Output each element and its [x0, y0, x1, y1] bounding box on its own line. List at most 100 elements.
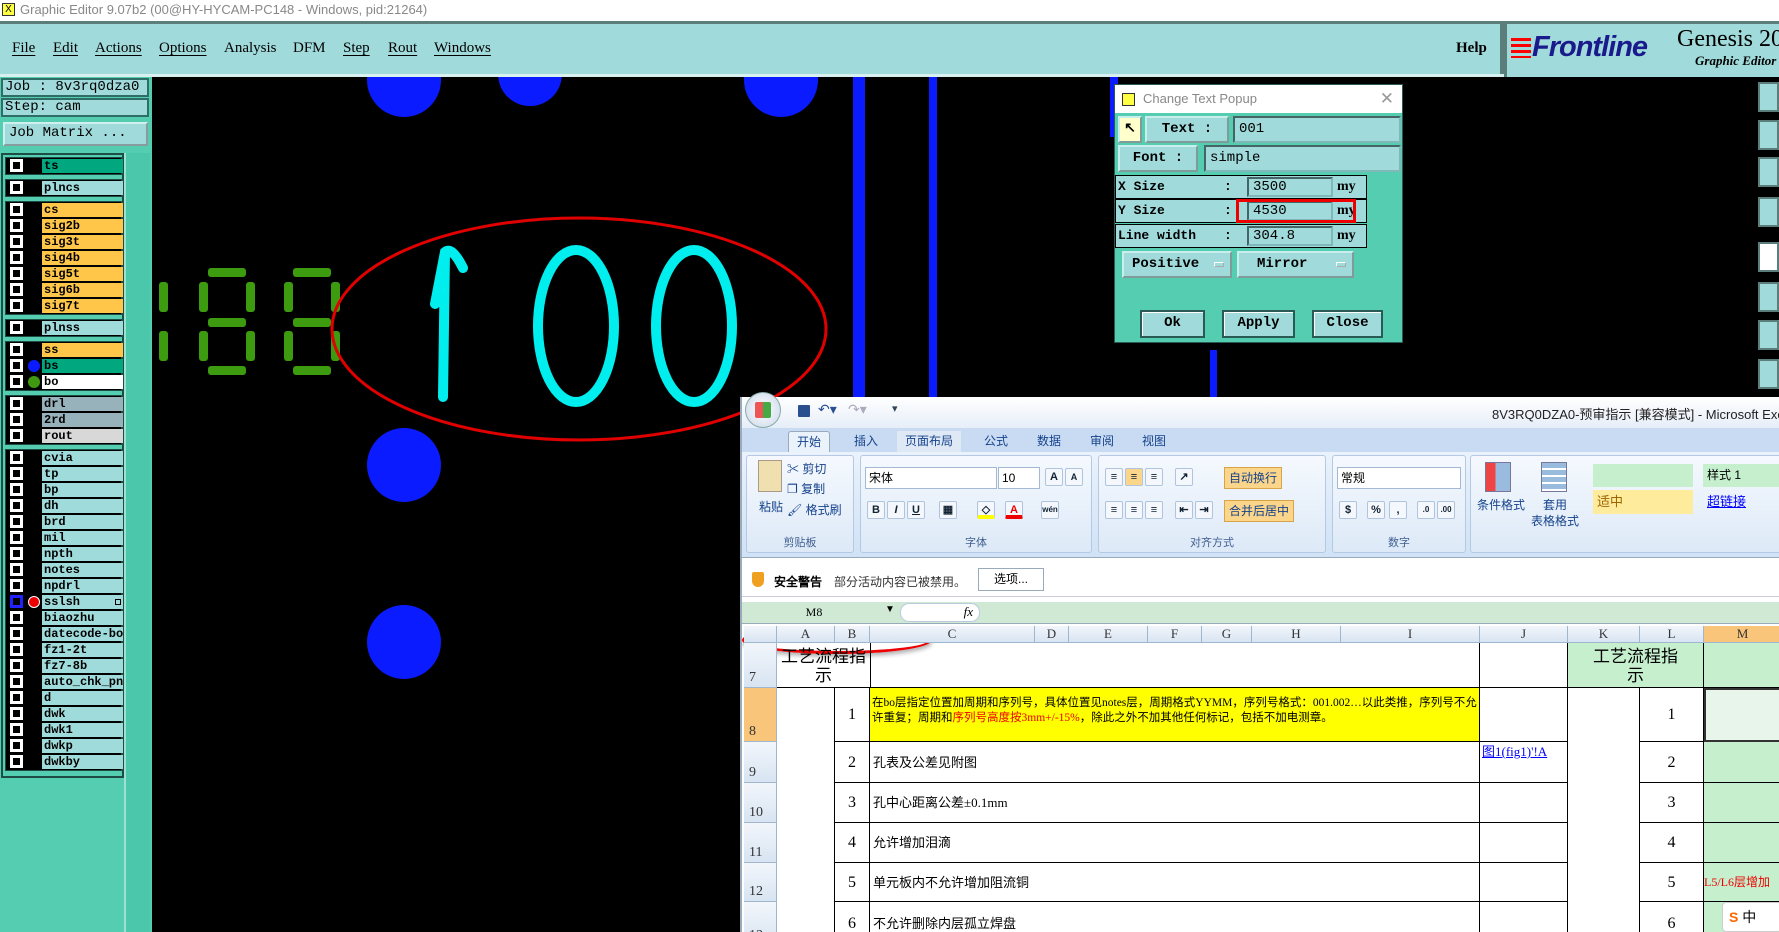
- grow-font-button[interactable]: A: [1045, 468, 1063, 486]
- cell-K13[interactable]: [1568, 902, 1640, 932]
- menu-dfm[interactable]: DFM: [293, 40, 326, 57]
- layer-checkbox[interactable]: [10, 159, 23, 172]
- layer-name[interactable]: plnss: [42, 321, 123, 335]
- redo-icon[interactable]: ↷▾: [848, 401, 867, 418]
- layer-checkbox[interactable]: [10, 321, 23, 334]
- layer-checkbox[interactable]: [10, 707, 23, 720]
- layer-checkbox[interactable]: [10, 515, 23, 528]
- layer-row-biaozhu[interactable]: biaozhu: [6, 610, 123, 626]
- cell-L13[interactable]: 6: [1640, 902, 1704, 932]
- column-header-F[interactable]: F: [1148, 626, 1202, 643]
- accounting-icon[interactable]: $: [1339, 501, 1357, 519]
- row-header-8[interactable]: 8: [744, 688, 777, 742]
- menu-edit[interactable]: Edit: [53, 40, 78, 57]
- decrease-indent-icon[interactable]: ⇤: [1175, 501, 1193, 519]
- toolbar-button-1[interactable]: [1758, 82, 1779, 112]
- tab-insert[interactable]: 插入: [846, 431, 886, 452]
- layer-checkbox[interactable]: [10, 467, 23, 480]
- cell-A9[interactable]: [777, 742, 835, 783]
- column-header-D[interactable]: D: [1035, 626, 1069, 643]
- format-as-table-icon[interactable]: [1541, 462, 1567, 492]
- cell-A11[interactable]: [777, 823, 835, 863]
- cell-B11[interactable]: 4: [835, 823, 870, 863]
- security-options-button[interactable]: 选项...: [978, 568, 1044, 591]
- cut-button[interactable]: ✂ 剪切: [787, 460, 826, 477]
- toolbar-button-7[interactable]: [1758, 320, 1779, 350]
- align-left-icon[interactable]: ≡: [1105, 501, 1123, 519]
- cell-J8[interactable]: [1480, 688, 1568, 742]
- tab-home[interactable]: 开始: [788, 431, 831, 452]
- format-as-table-button[interactable]: 套用: [1543, 496, 1567, 513]
- cell-L11[interactable]: 4: [1640, 823, 1704, 863]
- line-width-input[interactable]: 304.8: [1247, 226, 1333, 246]
- column-header-J[interactable]: J: [1480, 626, 1568, 643]
- layer-name[interactable]: sig2b: [42, 219, 123, 233]
- wrap-text-button[interactable]: 自动换行: [1224, 467, 1283, 489]
- layer-name[interactable]: dwk1: [42, 723, 123, 737]
- layer-name[interactable]: brd: [42, 515, 123, 529]
- cell-J9[interactable]: 图1(fig1)'!A: [1480, 742, 1568, 783]
- layer-row-dwk1[interactable]: dwk1: [6, 722, 123, 738]
- save-icon[interactable]: [798, 405, 810, 417]
- ok-button[interactable]: Ok: [1140, 310, 1205, 338]
- layer-name[interactable]: datecode-bo: [42, 627, 123, 641]
- decrease-decimal-icon[interactable]: .00: [1437, 501, 1455, 519]
- layer-checkbox[interactable]: [10, 739, 23, 752]
- orientation-icon[interactable]: ↗: [1175, 468, 1193, 486]
- layer-row-bo[interactable]: bo: [6, 374, 123, 390]
- comma-button[interactable]: ,: [1389, 501, 1407, 519]
- cell-A12[interactable]: [777, 863, 835, 902]
- layer-name[interactable]: dwkby: [42, 755, 123, 769]
- layer-row-dwk[interactable]: dwk: [6, 706, 123, 722]
- layer-checkbox[interactable]: [10, 563, 23, 576]
- cell-K7-header[interactable]: 工艺流程指示: [1568, 643, 1704, 688]
- polarity-dropdown[interactable]: Positive: [1122, 251, 1232, 278]
- layer-checkbox[interactable]: [10, 413, 23, 426]
- layer-name[interactable]: d: [42, 691, 123, 705]
- tab-page-layout[interactable]: 页面布局: [897, 431, 962, 452]
- layer-checkbox[interactable]: [10, 659, 23, 672]
- layer-name[interactable]: bo: [42, 375, 123, 389]
- increase-indent-icon[interactable]: ⇥: [1195, 501, 1213, 519]
- layer-checkbox[interactable]: [10, 429, 23, 442]
- column-header-K[interactable]: K: [1568, 626, 1640, 643]
- format-painter-button[interactable]: 🖌 格式刷: [787, 501, 842, 518]
- layer-name[interactable]: auto_chk_pnl: [42, 675, 123, 689]
- layer-name[interactable]: fz1-2t: [42, 643, 123, 657]
- layer-list-scrollbar[interactable]: [124, 153, 150, 932]
- cell-J7[interactable]: [1480, 643, 1568, 688]
- cell-B12[interactable]: 5: [835, 863, 870, 902]
- ime-toolbar[interactable]: S 中: [1722, 902, 1779, 932]
- layer-row-plnss[interactable]: plnss: [6, 320, 123, 336]
- cell-L12[interactable]: 5: [1640, 863, 1704, 902]
- cell-M11[interactable]: [1704, 823, 1779, 863]
- font-label-button[interactable]: Font :: [1118, 145, 1198, 172]
- menu-file[interactable]: File: [12, 40, 35, 57]
- cell-K8[interactable]: [1568, 688, 1640, 742]
- layer-row-fz1-2t[interactable]: fz1-2t: [6, 642, 123, 658]
- toolbar-button-8[interactable]: [1758, 359, 1779, 389]
- column-header-A[interactable]: A: [777, 626, 835, 643]
- layer-checkbox[interactable]: [10, 595, 23, 608]
- font-size-select[interactable]: 10: [998, 467, 1040, 489]
- conditional-format-icon[interactable]: [1485, 462, 1511, 492]
- layer-checkbox[interactable]: [10, 397, 23, 410]
- bold-button[interactable]: B: [867, 501, 885, 519]
- layer-checkbox[interactable]: [10, 531, 23, 544]
- cell-C8-instruction[interactable]: 在bo层指定位置加周期和序列号，具体位置见notes层，周期格式YYMM，序列号…: [870, 688, 1480, 742]
- layer-checkbox[interactable]: [10, 235, 23, 248]
- apply-button[interactable]: Apply: [1222, 310, 1295, 338]
- cell-B13[interactable]: 6: [835, 902, 870, 932]
- layer-checkbox[interactable]: [10, 375, 23, 388]
- menu-analysis[interactable]: Analysis: [224, 40, 277, 57]
- x-size-input[interactable]: 3500: [1247, 177, 1333, 197]
- toolbar-button-2[interactable]: [1758, 120, 1779, 150]
- toolbar-button-6[interactable]: [1758, 282, 1779, 312]
- cell-A7-header[interactable]: 工艺流程指示: [777, 643, 870, 688]
- menu-rout[interactable]: Rout: [388, 40, 417, 57]
- column-header-C[interactable]: C: [870, 626, 1035, 643]
- align-middle-icon[interactable]: ≡: [1125, 468, 1143, 486]
- cell-A8[interactable]: [777, 688, 835, 742]
- font-input[interactable]: simple: [1204, 145, 1401, 172]
- column-header-B[interactable]: B: [835, 626, 870, 643]
